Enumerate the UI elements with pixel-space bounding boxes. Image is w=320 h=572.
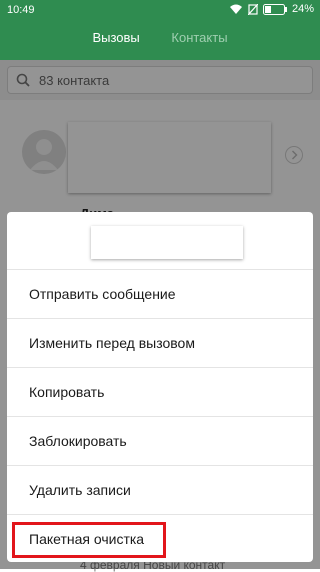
battery-percent: 24% (291, 3, 314, 15)
menu-item-delete-records[interactable]: Удалить записи (7, 465, 313, 514)
menu-item-edit-before-call[interactable]: Изменить перед вызовом (7, 318, 313, 367)
menu-item-block[interactable]: Заблокировать (7, 416, 313, 465)
status-time: 10:49 (7, 4, 35, 16)
mute-icon (247, 3, 258, 15)
menu-item-copy[interactable]: Копировать (7, 367, 313, 416)
tab-bar: Вызовы Контакты (0, 30, 320, 52)
menu-item-label: Удалить записи (29, 482, 131, 498)
menu-list: Отправить сообщение Изменить перед вызов… (7, 269, 313, 562)
app-header: 10:49 24% Вызовы Контакты (0, 0, 320, 60)
menu-item-label: Заблокировать (29, 433, 127, 449)
menu-item-send-message[interactable]: Отправить сообщение (7, 269, 313, 318)
dialog-header (7, 212, 313, 270)
menu-item-label: Изменить перед вызовом (29, 335, 195, 351)
menu-item-label: Копировать (29, 384, 105, 400)
highlight-annotation (12, 522, 166, 558)
wifi-icon (229, 4, 242, 14)
status-icons: 24% (229, 3, 314, 15)
tab-contacts[interactable]: Контакты (171, 30, 227, 45)
battery-icon (262, 3, 287, 15)
menu-item-label: Отправить сообщение (29, 286, 176, 302)
redacted-dialog-title (91, 226, 243, 259)
tab-calls[interactable]: Вызовы (92, 30, 139, 45)
context-menu-dialog: Отправить сообщение Изменить перед вызов… (7, 212, 313, 562)
status-bar: 10:49 24% (0, 0, 320, 22)
